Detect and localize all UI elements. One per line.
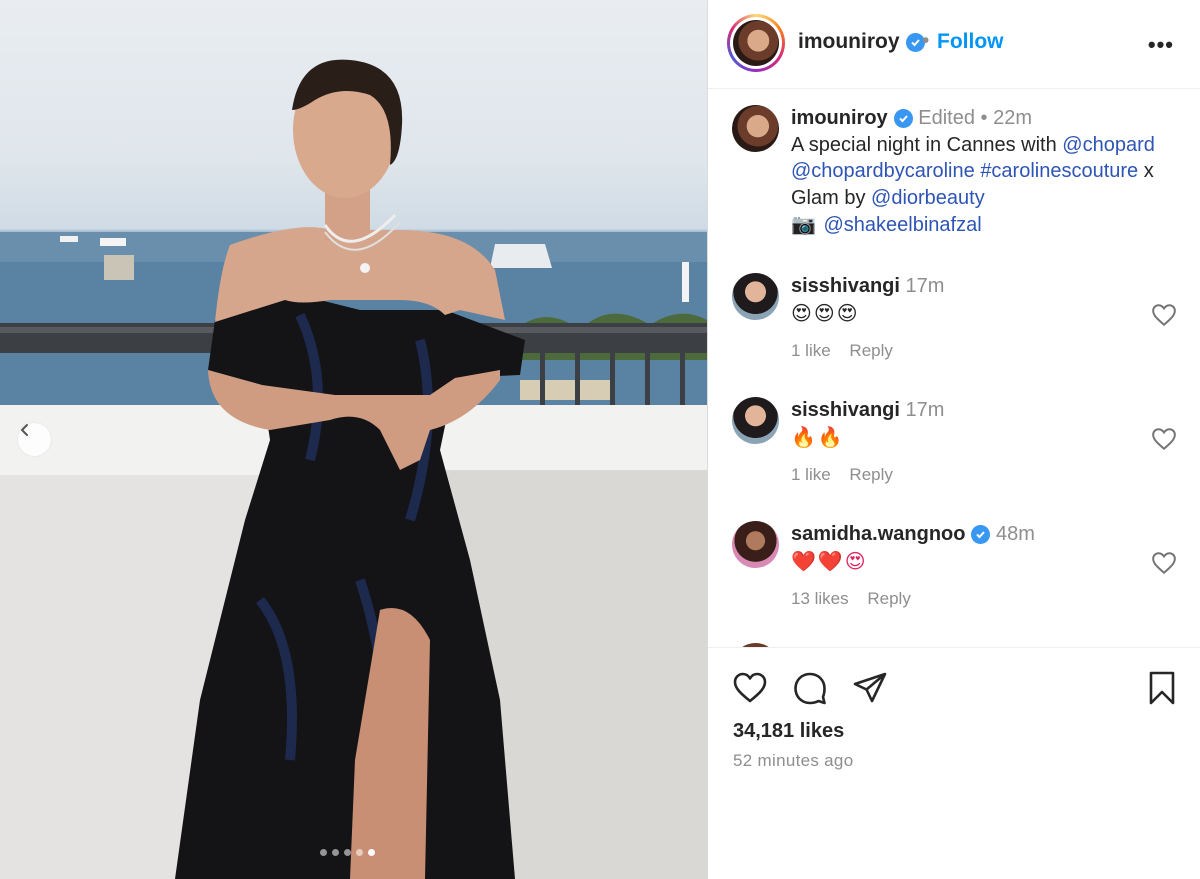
comment-likes[interactable]: 1 like bbox=[791, 465, 831, 484]
carousel-dot bbox=[332, 849, 339, 856]
mention-link[interactable]: @chopard bbox=[1062, 134, 1155, 156]
comment-text: ❤️❤️😍 bbox=[791, 548, 868, 573]
carousel-dot bbox=[344, 849, 351, 856]
comment-time[interactable]: 17m bbox=[906, 399, 945, 421]
carousel-prev-button[interactable] bbox=[17, 422, 52, 457]
comment-item: sisshivangi 17m 🔥🔥 1 like Reply bbox=[732, 397, 1177, 497]
comment-time[interactable]: 17m bbox=[906, 275, 945, 297]
author-avatar[interactable] bbox=[727, 14, 785, 72]
caption-time[interactable]: 22m bbox=[993, 107, 1032, 129]
comment-time[interactable]: 48m bbox=[996, 523, 1035, 545]
reply-button[interactable]: Reply bbox=[849, 341, 892, 360]
chevron-left-icon bbox=[21, 424, 28, 436]
caption-username[interactable]: imouniroy bbox=[791, 107, 888, 129]
mention-link[interactable]: @shakeelbinafzal bbox=[823, 214, 981, 236]
likes-count[interactable]: 34,181 likes bbox=[733, 720, 844, 743]
reply-button[interactable]: Reply bbox=[849, 465, 892, 484]
avatar[interactable] bbox=[732, 521, 779, 568]
save-bookmark-icon[interactable] bbox=[1144, 670, 1180, 706]
post-sidebar: imouniroy • Follow ••• imouniroy Edited … bbox=[707, 0, 1200, 879]
post-photo[interactable] bbox=[0, 0, 707, 879]
carousel-dot bbox=[320, 849, 327, 856]
carousel-dot-active bbox=[368, 849, 375, 856]
hashtag-link[interactable]: #carolinescouture bbox=[980, 160, 1138, 182]
avatar[interactable] bbox=[732, 105, 779, 152]
comment-username[interactable]: samidha.wangnoo bbox=[791, 523, 965, 545]
caption-dot: • bbox=[980, 107, 988, 129]
photo-illustration bbox=[0, 59, 707, 879]
comment-username[interactable]: sisshivangi bbox=[791, 275, 900, 297]
action-bar bbox=[732, 670, 1180, 706]
caption-text: Glam by bbox=[791, 186, 872, 209]
comment-likes[interactable]: 13 likes bbox=[791, 589, 849, 608]
more-options-icon[interactable]: ••• bbox=[1148, 32, 1174, 58]
avatar[interactable] bbox=[732, 273, 779, 320]
comment-text: 😍😍😍 bbox=[791, 300, 860, 325]
mention-link[interactable]: @chopardbycaroline bbox=[791, 160, 975, 182]
post-timestamp[interactable]: 52 minutes ago bbox=[733, 751, 853, 771]
avatar[interactable] bbox=[732, 397, 779, 444]
author-username[interactable]: imouniroy bbox=[798, 30, 925, 54]
post-footer: 34,181 likes 52 minutes ago bbox=[708, 647, 1200, 879]
comments-list[interactable]: imouniroy Edited • 22m A special night i… bbox=[708, 90, 1200, 647]
caption: imouniroy Edited • 22m A special night i… bbox=[732, 105, 1177, 255]
mention-link[interactable]: @diorbeauty bbox=[871, 187, 985, 209]
share-icon[interactable] bbox=[852, 670, 888, 706]
header-separator: • bbox=[922, 29, 930, 52]
caption-text: A special night in Cannes with bbox=[791, 133, 1063, 156]
comment-likes[interactable]: 1 like bbox=[791, 341, 831, 360]
verified-badge-icon bbox=[893, 109, 913, 129]
verified-badge-icon bbox=[971, 525, 991, 545]
comment-heart-icon[interactable] bbox=[1151, 303, 1177, 327]
like-heart-icon[interactable] bbox=[732, 670, 768, 706]
post-header: imouniroy • Follow ••• bbox=[708, 0, 1200, 89]
caption-text: x bbox=[1138, 160, 1154, 182]
comment-text: 🔥🔥 bbox=[791, 424, 845, 449]
follow-button[interactable]: Follow bbox=[937, 30, 1004, 54]
comment-heart-icon[interactable] bbox=[1151, 427, 1177, 451]
carousel-dot bbox=[356, 849, 363, 856]
camera-icon: 📷 bbox=[791, 212, 818, 236]
comment-icon[interactable] bbox=[792, 670, 828, 706]
carousel-indicator bbox=[320, 849, 375, 856]
comment-item: samidha.wangnoo 48m ❤️❤️😍 13 likes Reply bbox=[732, 521, 1177, 621]
reply-button[interactable]: Reply bbox=[867, 589, 910, 608]
comment-username[interactable]: sisshivangi bbox=[791, 399, 900, 421]
comment-heart-icon[interactable] bbox=[1151, 551, 1177, 575]
caption-edited: Edited bbox=[918, 107, 975, 129]
comment-item: sisshivangi 17m 😍😍😍 1 like Reply bbox=[732, 273, 1177, 373]
